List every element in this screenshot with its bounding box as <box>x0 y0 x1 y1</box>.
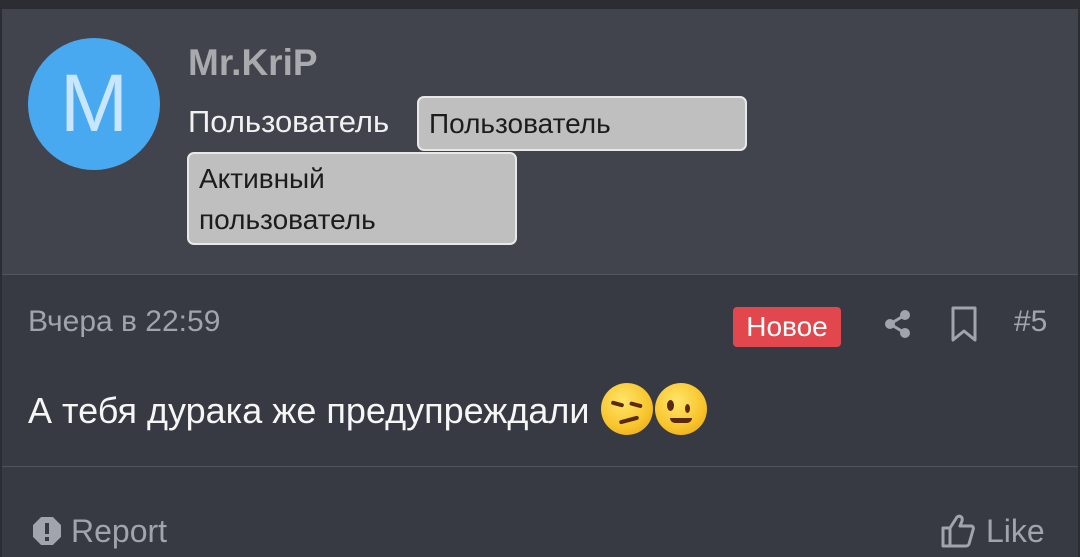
share-icon <box>885 310 910 338</box>
active-user-badge: Активный пользователь <box>187 152 517 245</box>
report-label: Report <box>71 512 168 549</box>
bookmark-icon <box>951 306 977 342</box>
forum-post: M Mr.KriP Пользователь Пользователь Акти… <box>2 0 1078 557</box>
thumbs-up-icon <box>941 514 975 548</box>
like-button[interactable]: Like <box>940 511 1045 551</box>
post-date-link[interactable]: Вчера в 22:59 <box>28 305 220 339</box>
user-role-title: Пользователь <box>188 104 390 139</box>
share-button[interactable] <box>881 307 915 341</box>
smirking-face-icon <box>601 383 654 435</box>
post-footer-divider <box>2 466 1078 467</box>
role-badge: Пользователь <box>417 96 747 151</box>
like-label: Like <box>986 512 1045 549</box>
message-text: А тебя дурака же предупреждали <box>28 390 590 431</box>
report-button[interactable]: Report <box>33 511 167 551</box>
bookmark-button[interactable] <box>947 305 981 343</box>
avatar[interactable]: M <box>28 38 160 170</box>
post-message: А тебя дурака же предупреждали <box>28 383 708 435</box>
new-post-badge: Новое <box>733 307 841 347</box>
user-info-block: M Mr.KriP Пользователь Пользователь Акти… <box>2 9 1078 275</box>
report-icon <box>33 517 61 545</box>
post-number-link[interactable]: #5 <box>1014 305 1047 339</box>
winking-face-icon <box>655 383 708 435</box>
username-link[interactable]: Mr.KriP <box>188 42 318 84</box>
